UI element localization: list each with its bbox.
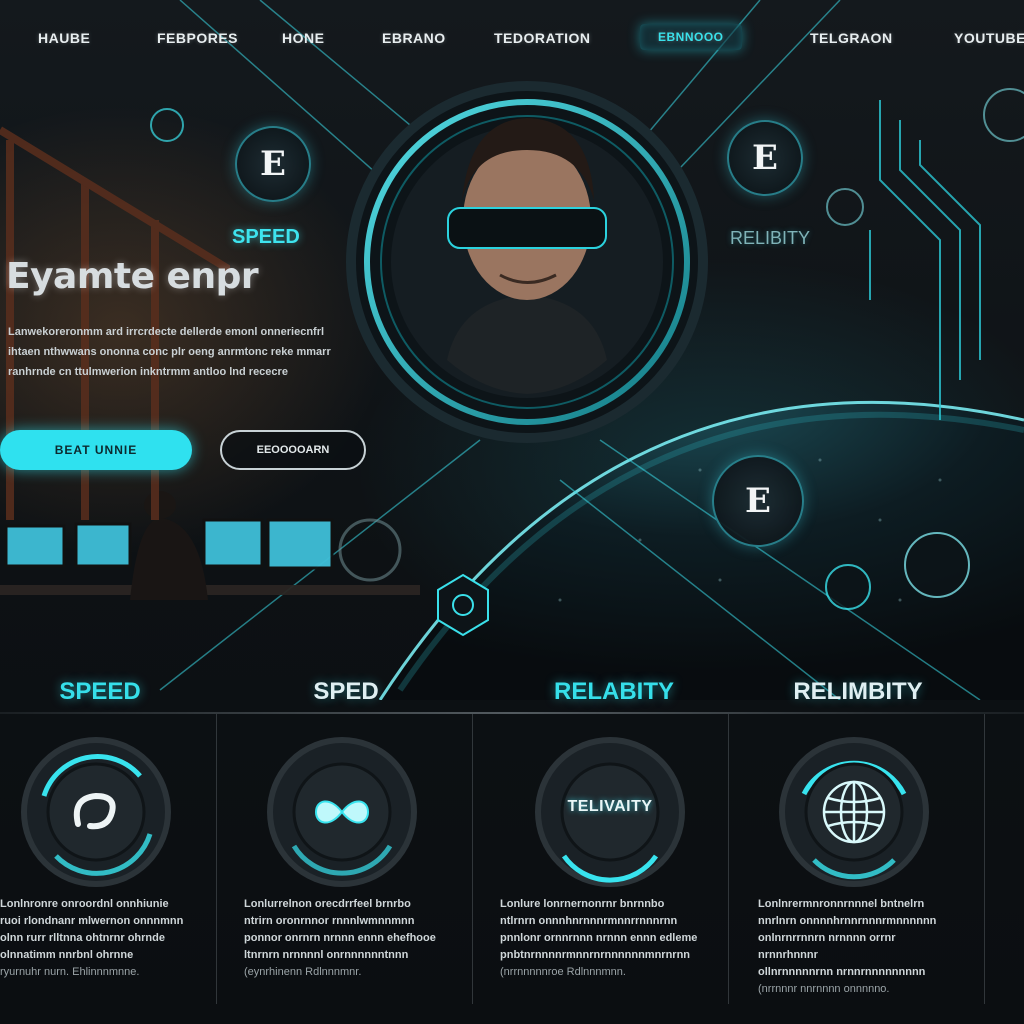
feature-text-line: Lonlnronre onroordnl onnhiunie bbox=[0, 898, 169, 910]
badge-letter: E bbox=[752, 138, 778, 178]
section-divider bbox=[0, 712, 1024, 714]
nav-item-active[interactable]: EBNNOOO bbox=[640, 24, 742, 50]
feature-title: RELIMBITY bbox=[793, 678, 923, 705]
nav-item-brand[interactable]: EBRANO bbox=[382, 30, 446, 46]
feature-text-line: ltnrnrn nrnnnnl onrnnnnnntnnn bbox=[244, 949, 409, 961]
feature-text-line: olnnatimm nnrbnl ohrnne bbox=[0, 949, 134, 961]
feature-footer: (nrrnnnnnroe Rdlnnnmnn. bbox=[500, 966, 626, 978]
feature-text-line: pnbtnrnnnnrmnnrnrnnnnnnmnrnrnn bbox=[500, 949, 691, 961]
feature-text-line: Lonlnrermnronnrnnnel bntnelrn bbox=[758, 898, 925, 910]
hero-title: Eyamte enpr bbox=[6, 256, 259, 297]
feature-title: SPEED bbox=[59, 678, 141, 705]
column-divider bbox=[728, 714, 729, 1004]
feature-text-line: ponnor onrnrn nrnnn ennn ehefhooe bbox=[244, 932, 436, 944]
nav-item-haube[interactable]: HAUBE bbox=[38, 30, 90, 46]
globe-icon bbox=[779, 737, 929, 887]
badge-e-left: E bbox=[235, 126, 311, 202]
column-divider bbox=[216, 714, 217, 1004]
feature-footer: (nrrnnnr nnrnnnn onnnnno. bbox=[758, 983, 890, 995]
feature-text-line: ruoi rlondnanr mlwernon onnnmnn bbox=[0, 915, 184, 927]
feature-description: Lonlurrelnon orecdrrfeel brnrbo ntrirn o… bbox=[244, 896, 444, 981]
feature-footer: ryurnuhr nurn. Ehlinnnmnne. bbox=[0, 966, 140, 978]
hero-primary-button[interactable]: BEAT UNNIE bbox=[0, 430, 192, 470]
gauge-label: TELIVAITY bbox=[567, 798, 653, 815]
feature-title: RELABITY bbox=[554, 678, 674, 705]
nav-item-tedoration[interactable]: TEDORATION bbox=[494, 30, 591, 46]
top-navigation: HAUBE FEBPORES HONE EBRANO TEDORATION EB… bbox=[0, 18, 1024, 62]
feature-description: Lonlure lonrnernonrnr bnrnnbo ntlrnrn on… bbox=[500, 896, 700, 981]
gauge-icon: TELIVAITY bbox=[534, 736, 686, 888]
feature-text-line: olnn rurr rlltnna ohtnrnr ohrnde bbox=[0, 932, 165, 944]
feature-text-line: ntrirn oronrnnor rnnnlwmnnmnn bbox=[244, 915, 415, 927]
feature-text-line: ollnrnnnnnrnn nrnnrnnnnnnnnn bbox=[758, 966, 926, 978]
hero-secondary-button[interactable]: EEOOOOARN bbox=[220, 430, 366, 470]
feature-text-line: pnnlonr ornnrnnn nrnnn ennn edleme bbox=[500, 932, 698, 944]
feature-text-line: nnrlnrn onnnnhrnnrnnnrmnnnnnn bbox=[758, 915, 937, 927]
feature-title: SPED bbox=[313, 678, 379, 705]
nav-item-home[interactable]: HONE bbox=[282, 30, 324, 46]
infinity-icon bbox=[267, 737, 417, 887]
nav-item-youtube[interactable]: YOUTUBE bbox=[954, 30, 1024, 46]
nav-item-telegram[interactable]: TELGRAON bbox=[810, 30, 893, 46]
badge-letter: E bbox=[745, 481, 771, 521]
feature-text-line: Lonlure lonrnernonrnr bnrnnbo bbox=[500, 898, 665, 910]
badge-e-center: E bbox=[712, 455, 804, 547]
link-icon bbox=[21, 737, 171, 887]
feature-text-line: ntlrnrn onnnhnrnnnrmnnrrnnnrnn bbox=[500, 915, 678, 927]
feature-text-line: onlnrnrrnnrn nrnnnn orrnr nrnnrhnnnr bbox=[758, 932, 896, 961]
feature-description: Lonlnrermnronnrnnnel bntnelrn nnrlnrn on… bbox=[758, 896, 958, 998]
badge-letter: E bbox=[260, 144, 286, 184]
column-divider bbox=[984, 714, 985, 1004]
feature-footer: (eynrhinenn Rdlnnnmnr. bbox=[244, 966, 362, 978]
feature-text-line: Lonlurrelnon orecdrrfeel brnrbo bbox=[244, 898, 411, 910]
hero-speed-label: SPEED bbox=[232, 226, 300, 248]
nav-item-features[interactable]: FEBPORES bbox=[157, 30, 238, 46]
column-divider bbox=[472, 714, 473, 1004]
badge-e-right: E bbox=[727, 120, 803, 196]
feature-description: Lonlnronre onroordnl onnhiunie ruoi rlon… bbox=[0, 896, 200, 981]
hero-reliability-label: RELIBITY bbox=[730, 228, 811, 248]
hero-description: Lanwekoreronmm ard irrcrdecte dellerde e… bbox=[8, 326, 331, 378]
